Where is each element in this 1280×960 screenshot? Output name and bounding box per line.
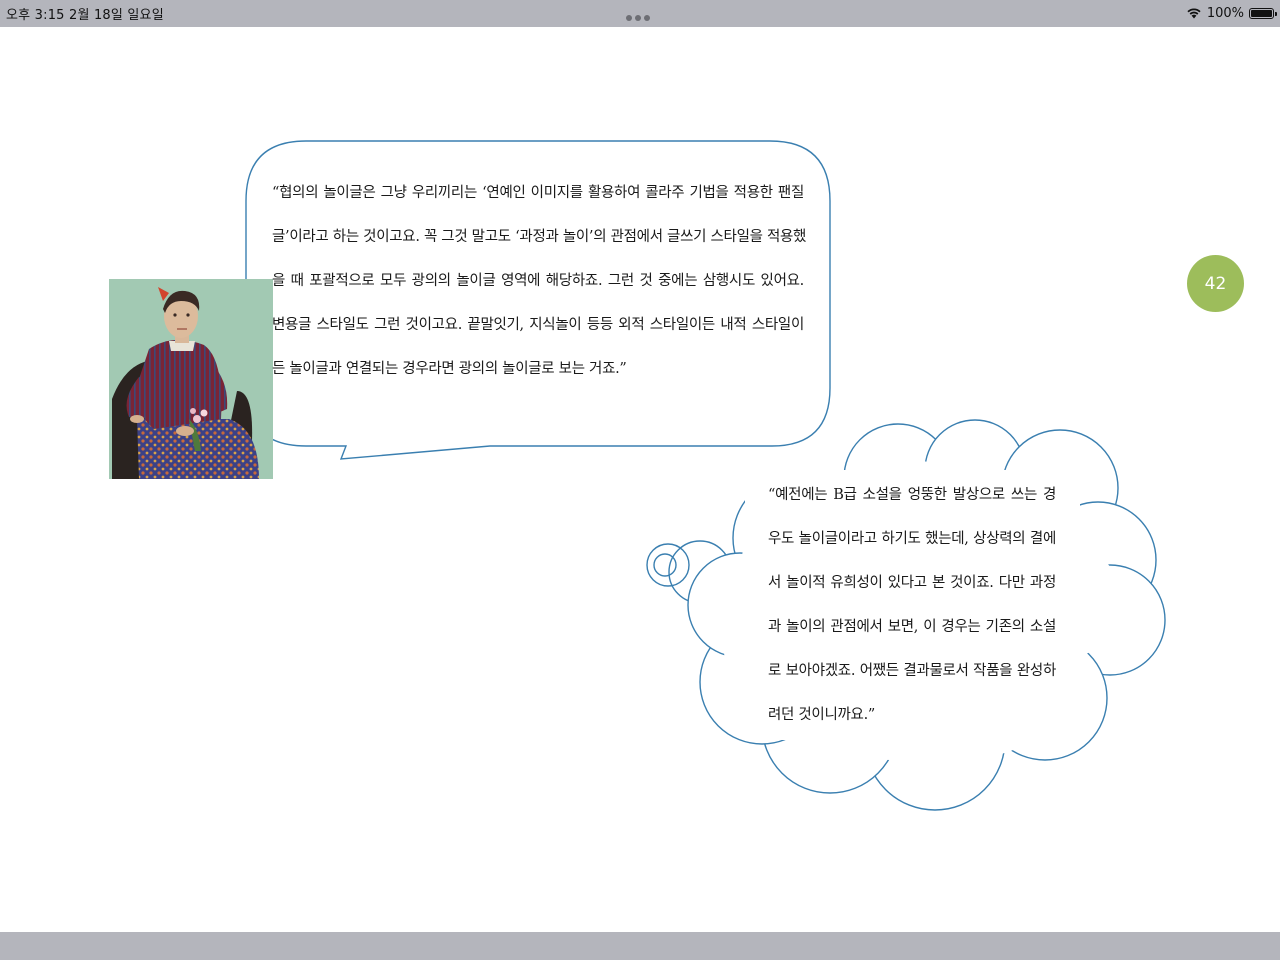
portrait-painting [109,279,273,479]
quote-line: 글’이라고 하는 것이고요. 꼭 그것 말고도 ‘과정과 놀이’의 관점에서 글… [272,229,807,245]
bubble-illustration [245,140,1166,811]
quote-line: 과 놀이의 관점에서 보면, 이 경우는 기존의 소설 [768,619,1056,635]
bottom-bar [0,932,1280,960]
thought-bubble-quote: “예전에는 B급 소설을 엉뚱한 발상으로 쓰는 경 우도 놀이글이라고 하기도… [768,473,1056,737]
quote-line: 서 놀이적 유희성이 있다고 본 것이죠. 다만 과정 [768,575,1056,591]
quote-line: 로 보아야겠죠. 어쨌든 결과물로서 작품을 완성하 [768,663,1056,679]
quote-line: 려던 것이니까요.” [768,707,876,723]
quote-line: “예전에는 B급 소설을 엉뚱한 발상으로 쓰는 경 [768,487,1056,503]
page-number-badge: 42 [1187,255,1244,312]
quote-line: “협의의 놀이글은 그냥 우리끼리는 ‘연예인 이미지를 활용하여 콜라주 기법… [272,185,804,201]
quote-line: 든 놀이글과 연결되는 경우라면 광의의 놀이글로 보는 거죠.” [272,361,627,377]
speech-bubble-quote: “협의의 놀이글은 그냥 우리끼리는 ‘연예인 이미지를 활용하여 콜라주 기법… [272,171,807,391]
quote-line: 변용글 스타일도 그런 것이고요. 끝말잇기, 지식놀이 등등 외적 스타일이든… [272,317,804,333]
quote-line: 을 때 포괄적으로 모두 광의의 놀이글 영역에 해당하죠. 그런 것 중에는 … [272,273,804,289]
quote-line: 우도 놀이글이라고 하기도 했는데, 상상력의 결에 [768,531,1056,547]
